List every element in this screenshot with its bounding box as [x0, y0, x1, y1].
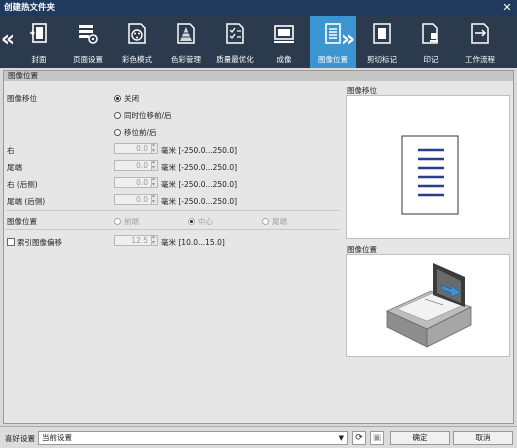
tab-imaging-label: 成像	[276, 55, 292, 64]
toolbar-next-arrow-icon[interactable]: »	[340, 16, 356, 68]
image-shift-option-off[interactable]: 关闭	[114, 93, 139, 104]
tab-workflow-label: 工作流程	[465, 55, 495, 64]
image-position-option-front[interactable]: 前端	[114, 216, 139, 227]
right-back-offset-spinner[interactable]	[151, 175, 158, 188]
tail-offset-spinner[interactable]	[151, 158, 158, 171]
right-back-offset-input[interactable]: 0.0	[114, 177, 152, 188]
tab-stamp-label: 印记	[423, 55, 439, 64]
image-position-panel: 图像位置 图像移位 关闭 同时位移前/后 移位前/后 右 0.0 毫米 [-25…	[3, 70, 514, 424]
cover-icon	[30, 23, 47, 43]
checkbox-icon	[7, 238, 15, 246]
document-preview-icon	[401, 135, 459, 215]
cancel-button[interactable]: 取消	[453, 431, 513, 445]
preview-area: 图像移位 图像位置	[344, 83, 512, 423]
settings-area: 图像移位 关闭 同时位移前/后 移位前/后 右 0.0 毫米 [-250.0..…	[4, 83, 340, 423]
tab-cover-label: 封面	[31, 55, 47, 64]
window-title-bar: 创建热文件夹 ✕	[0, 0, 517, 16]
image-shift-preview	[346, 95, 510, 239]
tail-back-offset-unit: 毫米 [-250.0...250.0]	[161, 197, 238, 206]
index-shift-spinner[interactable]	[151, 233, 158, 246]
tab-color-mode-label: 彩色模式	[122, 55, 152, 64]
radio-icon	[114, 112, 121, 119]
index-shift-checkbox[interactable]: 索引图像偏移	[7, 237, 62, 248]
tab-crop-marks-label: 剪切标记	[367, 55, 397, 64]
close-icon[interactable]: ✕	[501, 0, 513, 16]
tab-page-setup[interactable]: 页面设置	[65, 16, 111, 68]
right-offset-input[interactable]: 0.0	[114, 143, 152, 154]
right-offset-label: 右	[7, 146, 15, 155]
page-setup-icon	[79, 25, 98, 44]
tab-color-management[interactable]: 色彩管理	[163, 16, 209, 68]
right-back-offset-unit: 毫米 [-250.0...250.0]	[161, 180, 238, 189]
tab-stamp[interactable]: 印记	[408, 16, 454, 68]
chevron-down-icon: ▼	[338, 434, 344, 442]
tail-back-offset-spinner[interactable]	[151, 192, 158, 205]
tail-offset-unit: 毫米 [-250.0...250.0]	[161, 163, 238, 172]
imaging-icon	[274, 25, 294, 43]
color-management-icon	[177, 23, 195, 44]
divider	[6, 210, 340, 211]
tail-back-offset-label: 尾端 (后侧)	[7, 197, 46, 206]
radio-icon	[262, 218, 269, 225]
tab-workflow[interactable]: 工作流程	[457, 16, 503, 68]
divider	[6, 229, 340, 230]
tab-imaging[interactable]: 成像	[261, 16, 307, 68]
tab-cover[interactable]: 封面	[16, 16, 62, 68]
image-shift-label: 图像移位	[7, 94, 37, 103]
favorite-select[interactable]: 当前设置 ▼	[38, 431, 348, 445]
tab-page-setup-label: 页面设置	[73, 55, 103, 64]
refresh-icon[interactable]: ⟳	[352, 431, 366, 445]
function-toolbar: « 封面 页面设置 彩色模式 色彩管理 质量最优化 成像 图像位置 剪切标记 印…	[0, 16, 517, 68]
panel-header: 图像位置	[4, 71, 513, 81]
image-position-option-center[interactable]: 中心	[188, 216, 213, 227]
favorite-label: 喜好设置	[5, 434, 35, 443]
right-offset-spinner[interactable]	[151, 141, 158, 154]
bottom-bar: 喜好设置 当前设置 ▼ ⟳ ▣ 确定 取消	[0, 426, 517, 448]
index-shift-unit: 毫米 [10.0...15.0]	[161, 238, 225, 247]
image-position-preview	[346, 254, 510, 357]
window-title: 创建热文件夹	[4, 3, 56, 13]
image-shift-option-both[interactable]: 同时位移前/后	[114, 110, 172, 121]
tab-quality-optimize[interactable]: 质量最优化	[212, 16, 258, 68]
crop-marks-icon	[373, 23, 391, 44]
tail-offset-input[interactable]: 0.0	[114, 160, 152, 171]
quality-optimize-icon	[226, 23, 244, 44]
tab-color-mode[interactable]: 彩色模式	[114, 16, 160, 68]
tail-offset-label: 尾端	[7, 163, 22, 172]
image-shift-option-front-back[interactable]: 移位前/后	[114, 127, 157, 138]
image-position-option-tail[interactable]: 尾端	[262, 216, 287, 227]
radio-icon	[114, 129, 121, 136]
radio-selected-icon	[188, 218, 195, 225]
index-shift-input[interactable]: 12.5	[114, 235, 152, 246]
favorite-select-value: 当前设置	[42, 433, 72, 442]
right-offset-unit: 毫米 [-250.0...250.0]	[161, 146, 238, 155]
tab-color-management-label: 色彩管理	[171, 55, 201, 64]
radio-selected-icon	[114, 95, 121, 102]
tab-quality-optimize-label: 质量最优化	[216, 55, 254, 64]
image-position-label: 图像位置	[7, 217, 37, 226]
right-back-offset-label: 右 (后侧)	[7, 180, 38, 189]
radio-icon	[114, 218, 121, 225]
stamp-icon	[422, 23, 438, 44]
tab-crop-marks[interactable]: 剪切标记	[359, 16, 405, 68]
color-mode-icon	[128, 23, 146, 44]
ok-button[interactable]: 确定	[390, 431, 450, 445]
save-icon[interactable]: ▣	[370, 431, 384, 445]
workflow-icon	[471, 23, 489, 44]
tail-back-offset-input[interactable]: 0.0	[114, 194, 152, 205]
paper-tray-illustration-icon	[386, 263, 472, 348]
